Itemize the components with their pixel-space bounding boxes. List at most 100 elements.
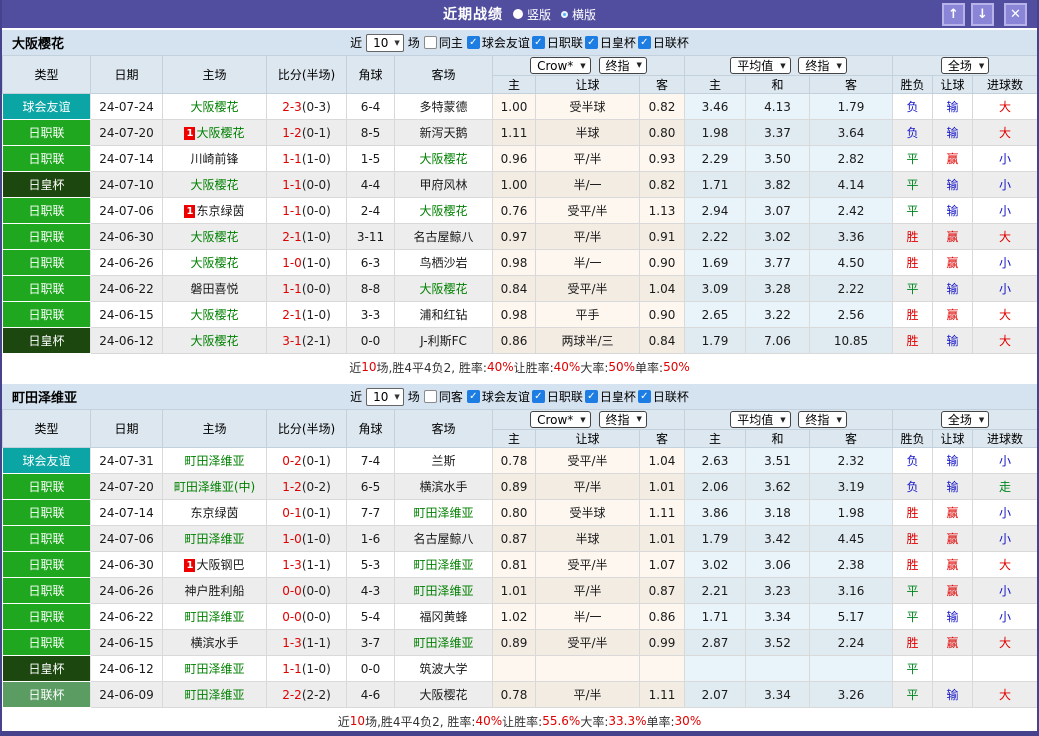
result-wdl: 平 bbox=[892, 145, 934, 172]
bookmaker-select[interactable]: Crow* ▼ bbox=[530, 57, 591, 75]
crow-odds-home: 0.84 bbox=[492, 275, 536, 302]
crow-odds-away: 0.84 bbox=[638, 327, 686, 354]
corner-score: 1-5 bbox=[346, 145, 395, 172]
result-wdl: 平 bbox=[892, 577, 934, 604]
league-type-cell: 日职联 bbox=[2, 249, 91, 276]
home-team: 神户胜利船 bbox=[162, 577, 267, 604]
recent-count-select[interactable]: 10 ▼ bbox=[366, 33, 404, 52]
score-cell: 1-0(1-0) bbox=[266, 525, 347, 552]
away-team: 大阪樱花 bbox=[394, 275, 493, 302]
home-team: 1 东京绿茵 bbox=[162, 197, 267, 224]
close-button[interactable]: ✕ bbox=[1004, 2, 1027, 26]
result-wdl: 平 bbox=[892, 603, 934, 630]
avg-odds-away: 3.36 bbox=[809, 223, 894, 250]
crow-handicap: 半/一 bbox=[535, 171, 640, 198]
summary-text: 近 bbox=[349, 360, 362, 375]
chevron-down-icon: ▼ bbox=[978, 61, 985, 70]
filter-bar: 近 10 ▼ 场 同主 ✓ 球会友谊 ✓ 日职联 ✓ 日皇杯 ✓ 日联杯 bbox=[350, 33, 689, 52]
crow-odds-away: 0.82 bbox=[638, 93, 686, 120]
chevron-down-icon: ▼ bbox=[636, 415, 642, 424]
league-checkbox-1[interactable]: ✓ 日职联 bbox=[531, 388, 583, 405]
league-checkbox-3[interactable]: ✓ 日联杯 bbox=[637, 388, 689, 405]
corner-score: 0-0 bbox=[346, 327, 395, 354]
avg-odds-draw: 3.42 bbox=[745, 525, 811, 552]
layout-radio-horizontal[interactable]: 横版 bbox=[561, 6, 596, 23]
away-team: 大阪樱花 bbox=[394, 145, 493, 172]
recent-count-select[interactable]: 10 ▼ bbox=[366, 387, 404, 406]
avg-odds-away: 2.42 bbox=[809, 197, 894, 224]
avg-odds-draw: 3.34 bbox=[745, 603, 811, 630]
checkbox-checked-icon: ✓ bbox=[466, 36, 480, 49]
score-cell: 1-2(0-1) bbox=[266, 119, 347, 146]
league-checkbox-3[interactable]: ✓ 日联杯 bbox=[637, 34, 689, 51]
league-checkbox-0[interactable]: ✓ 球会友谊 bbox=[466, 34, 530, 51]
same-home-checkbox[interactable]: 同主 bbox=[423, 34, 463, 51]
league-checkbox-1[interactable]: ✓ 日职联 bbox=[531, 34, 583, 51]
crow-handicap: 半/一 bbox=[535, 603, 640, 630]
crow-odds-away: 1.04 bbox=[638, 275, 686, 302]
avg-odds-away: 3.26 bbox=[809, 681, 894, 708]
team-section-header-2: 町田泽维亚 近 10 ▼ 场 同客 ✓ 球会友谊 ✓ 日职联 ✓ 日皇杯 ✓ 日联杯 bbox=[2, 382, 1037, 409]
avg-odds-draw: 7.06 bbox=[745, 327, 811, 354]
crow-odds-home: 1.01 bbox=[492, 577, 536, 604]
result-goals bbox=[972, 655, 1037, 682]
average-select[interactable]: 平均值 ▼ bbox=[730, 411, 791, 428]
fulltime-select[interactable]: 全场 ▼ bbox=[940, 411, 990, 428]
chevron-down-icon: ▼ bbox=[636, 61, 642, 70]
league-checkbox-2[interactable]: ✓ 日皇杯 bbox=[584, 34, 636, 51]
avg-odds-draw: 3.07 bbox=[745, 197, 811, 224]
odds-stage-select-2[interactable]: 终指 ▼ bbox=[798, 411, 847, 428]
result-goals: 大 bbox=[972, 93, 1037, 120]
avg-odds-draw: 3.34 bbox=[745, 681, 811, 708]
crow-handicap: 平/半 bbox=[535, 473, 640, 500]
match-date: 24-07-14 bbox=[90, 499, 163, 526]
match-row: 日职联 24-07-14 东京绿茵 0-1(0-1) 7-7 町田泽维亚 0.80 受半球 1.… bbox=[2, 499, 1037, 526]
chevron-down-icon: ▼ bbox=[836, 415, 842, 424]
average-select[interactable]: 平均值 ▼ bbox=[730, 57, 791, 74]
home-team: 大阪樱花 bbox=[162, 249, 267, 276]
layout-radio-vertical[interactable]: 竖版 bbox=[512, 6, 551, 23]
sub-header-home: 主 bbox=[492, 75, 536, 94]
home-team: 大阪樱花 bbox=[162, 171, 267, 198]
crow-odds-away: 0.90 bbox=[638, 301, 686, 328]
scroll-up-button[interactable]: ↑ bbox=[942, 2, 965, 26]
match-row: 日皇杯 24-06-12 町田泽维亚 1-1(1-0) 0-0 筑波大学 平 bbox=[2, 655, 1037, 682]
avg-odds-away: 2.56 bbox=[809, 301, 894, 328]
summary-text: 让胜率: bbox=[513, 360, 554, 375]
match-date: 24-06-22 bbox=[90, 603, 163, 630]
avg-odds-home: 1.69 bbox=[684, 249, 747, 276]
match-date: 24-07-31 bbox=[90, 447, 163, 474]
crow-odds-away: 1.13 bbox=[638, 197, 686, 224]
league-type-cell: 日职联 bbox=[2, 197, 91, 224]
down-arrow-icon: ↓ bbox=[977, 6, 988, 22]
col-header-home: 主场 bbox=[162, 55, 267, 94]
summary-stat-value: 50% bbox=[663, 360, 690, 374]
corner-score: 8-8 bbox=[346, 275, 395, 302]
scroll-down-button[interactable]: ↓ bbox=[971, 2, 994, 26]
fulltime-select[interactable]: 全场 ▼ bbox=[940, 57, 990, 74]
bookmaker-select[interactable]: Crow* ▼ bbox=[530, 411, 591, 429]
odds-stage-select[interactable]: 终指 ▼ bbox=[598, 410, 647, 428]
away-team: 町田泽维亚 bbox=[394, 629, 493, 656]
same-away-checkbox[interactable]: 同客 bbox=[423, 388, 463, 405]
avg-odds-away: 2.22 bbox=[809, 275, 894, 302]
result-handicap: 输 bbox=[932, 681, 974, 708]
summary-text: 大率: bbox=[580, 360, 609, 375]
avg-odds-draw: 3.18 bbox=[745, 499, 811, 526]
league-checkbox-0[interactable]: ✓ 球会友谊 bbox=[466, 388, 530, 405]
result-handicap: 输 bbox=[932, 473, 974, 500]
crow-odds-home bbox=[492, 655, 536, 682]
avg-odds-home: 2.22 bbox=[684, 223, 747, 250]
avg-odds-away: 2.24 bbox=[809, 629, 894, 656]
result-handicap: 赢 bbox=[932, 145, 974, 172]
league-checkbox-2[interactable]: ✓ 日皇杯 bbox=[584, 388, 636, 405]
result-handicap: 赢 bbox=[932, 629, 974, 656]
odds-stage-select-2[interactable]: 终指 ▼ bbox=[798, 57, 847, 74]
col-header-type: 类型 bbox=[2, 409, 91, 448]
match-row: 日职联 24-07-14 川崎前锋 1-1(1-0) 1-5 大阪樱花 0.96 平/半 0.9… bbox=[2, 145, 1037, 172]
league-type-cell: 日职联 bbox=[2, 473, 91, 500]
col-header-away: 客场 bbox=[394, 55, 493, 94]
odds-stage-select[interactable]: 终指 ▼ bbox=[598, 56, 647, 74]
league-type-cell: 日皇杯 bbox=[2, 327, 91, 354]
home-team: 1 大阪樱花 bbox=[162, 119, 267, 146]
